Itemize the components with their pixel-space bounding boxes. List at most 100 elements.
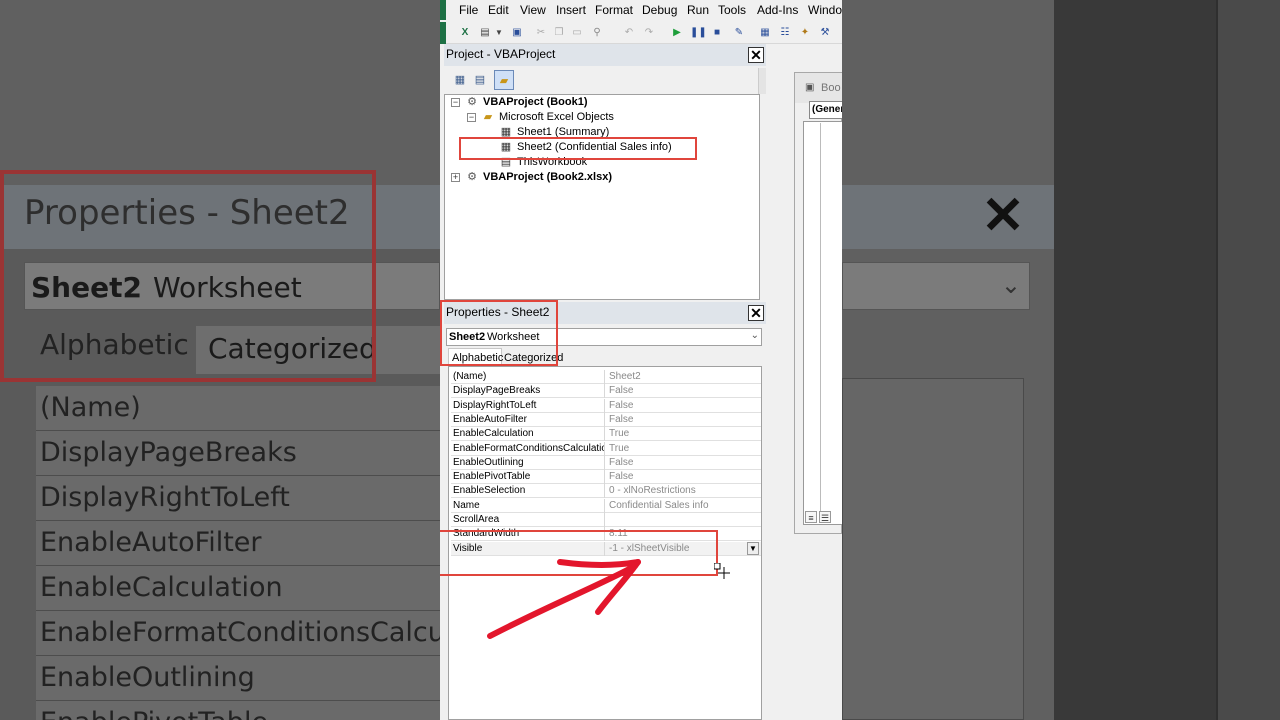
property-value[interactable]: False: [609, 456, 759, 470]
procedure-view-icon[interactable]: ≡: [805, 511, 817, 523]
chevron-down-icon[interactable]: ⌄: [751, 330, 759, 341]
background-property-row: DisplayRightToLeft: [36, 476, 440, 521]
property-name: DisplayPageBreaks: [453, 384, 605, 399]
dropdown-arrow-icon[interactable]: ▼: [747, 541, 759, 555]
code-window-title-bar: ▣ Boo: [795, 73, 842, 103]
background-property-list: (Name) DisplayPageBreaks DisplayRightToLef…: [36, 386, 440, 720]
toolbox-icon[interactable]: ⚒: [818, 26, 832, 40]
view-code-button[interactable]: ▦: [450, 70, 470, 90]
toggle-folders-button[interactable]: ▰: [494, 70, 514, 90]
code-margin: [805, 123, 821, 517]
property-name: Name: [453, 498, 605, 513]
property-row[interactable]: EnableCalculation True: [451, 427, 761, 442]
menu-window[interactable]: Windo: [808, 3, 842, 17]
property-row[interactable]: EnableOutlining False: [451, 455, 761, 470]
property-row[interactable]: DisplayPageBreaks False: [451, 384, 761, 399]
property-name: EnableOutlining: [453, 455, 605, 470]
project-explorer-scrollbar[interactable]: [758, 68, 766, 94]
property-value[interactable]: 0 - xlNoRestrictions: [609, 484, 759, 498]
excel-grip: [440, 0, 446, 20]
highlight-properties-header: [440, 300, 558, 366]
cursor-crosshair-icon: [714, 563, 730, 579]
menu-file[interactable]: File: [459, 3, 478, 17]
background-close-icon: ✕: [981, 187, 1025, 245]
find-icon[interactable]: ⚲: [590, 26, 604, 40]
folder-icon: ▰: [483, 111, 493, 123]
menu-add-ins[interactable]: Add-Ins: [757, 3, 798, 17]
stop-icon[interactable]: ■: [710, 26, 724, 40]
property-value[interactable]: Confidential Sales info: [609, 499, 759, 513]
redo-icon[interactable]: ↷: [642, 26, 656, 40]
project-explorer-close-button[interactable]: ✕: [748, 47, 764, 63]
property-value[interactable]: True: [609, 442, 759, 456]
property-row[interactable]: Name Confidential Sales info: [451, 498, 761, 513]
menu-insert[interactable]: Insert: [556, 3, 586, 17]
property-row[interactable]: EnableAutoFilter False: [451, 412, 761, 427]
menu-tools[interactable]: Tools: [718, 3, 746, 17]
background-top: [0, 0, 440, 185]
tree-item-project-book1[interactable]: VBAProject (Book1): [483, 96, 588, 108]
code-window-title: Boo: [821, 82, 841, 94]
property-row[interactable]: DisplayRightToLeft False: [451, 398, 761, 413]
view-object-button[interactable]: ▤: [470, 70, 490, 90]
background-zoom-left: Properties - Sheet2 Sheet2 Worksheet Alp…: [0, 0, 440, 720]
property-value[interactable]: False: [609, 470, 759, 484]
background-right-edge: [1216, 0, 1280, 720]
pause-icon[interactable]: ❚❚: [690, 26, 707, 40]
menu-run[interactable]: Run: [687, 3, 709, 17]
code-window: ▣ Boo (Gener ≡ ☰: [794, 72, 842, 534]
background-property-row: EnableAutoFilter: [36, 521, 440, 566]
tree-item-excel-objects[interactable]: Microsoft Excel Objects: [499, 111, 614, 123]
property-name: (Name): [453, 370, 605, 384]
vba-project-icon: ⚙: [467, 96, 477, 108]
excel-icon[interactable]: X: [458, 26, 472, 40]
tree-item-project-book2[interactable]: VBAProject (Book2.xlsx): [483, 171, 612, 183]
collapse-toggle[interactable]: −: [467, 113, 476, 122]
background-property-row: EnableOutlining: [36, 656, 440, 701]
design-mode-icon[interactable]: ✎: [732, 26, 746, 40]
full-module-view-icon[interactable]: ☰: [819, 511, 831, 523]
property-value[interactable]: False: [609, 413, 759, 427]
menu-debug[interactable]: Debug: [642, 3, 677, 17]
property-value[interactable]: Sheet2: [609, 370, 759, 384]
property-name: EnablePivotTable: [453, 470, 605, 485]
property-name: ScrollArea: [453, 513, 605, 527]
property-row[interactable]: EnableFormatConditionsCalculation True: [451, 441, 761, 456]
property-name: DisplayRightToLeft: [453, 398, 605, 413]
property-row[interactable]: (Name) Sheet2: [451, 370, 761, 384]
property-row[interactable]: EnableSelection 0 - xlNoRestrictions: [451, 484, 761, 499]
collapse-toggle[interactable]: −: [451, 98, 460, 107]
project-explorer-title: Project - VBAProject: [446, 47, 556, 61]
background-right-grid: [842, 378, 1024, 720]
undo-icon[interactable]: ↶: [622, 26, 636, 40]
save-icon[interactable]: ▣: [510, 26, 524, 40]
properties-icon[interactable]: ☷: [778, 26, 792, 40]
project-explorer-icon[interactable]: ▦: [758, 26, 772, 40]
property-row[interactable]: ScrollArea: [451, 513, 761, 527]
menu-format[interactable]: Format: [595, 3, 633, 17]
background-right-dark: [1054, 0, 1216, 720]
project-explorer-toolbar: ▦ ▤ ▰: [444, 68, 766, 92]
standard-toolbar: X ▤ ▼ ▣ ✂ ❐ ▭ ⚲ ↶ ↷ ▶ ❚❚ ■ ✎ ▦ ☷ ✦ ⚒: [440, 22, 842, 44]
expand-toggle[interactable]: +: [451, 173, 460, 182]
copy-icon[interactable]: ❐: [552, 26, 566, 40]
insert-module-icon[interactable]: ▤: [478, 26, 492, 40]
property-value[interactable]: [609, 513, 759, 527]
chevron-down-icon[interactable]: ▼: [492, 26, 506, 40]
menu-bar: File Edit View Insert Format Debug Run T…: [440, 0, 842, 20]
property-value[interactable]: False: [609, 384, 759, 398]
toolbar-grip: [440, 22, 446, 44]
highlight-visible-row: [440, 530, 718, 576]
run-icon[interactable]: ▶: [670, 26, 684, 40]
object-dropdown[interactable]: (Gener: [809, 101, 842, 119]
object-browser-icon[interactable]: ✦: [798, 26, 812, 40]
property-row[interactable]: EnablePivotTable False: [451, 470, 761, 485]
paste-icon[interactable]: ▭: [570, 26, 584, 40]
menu-edit[interactable]: Edit: [488, 3, 509, 17]
property-value[interactable]: True: [609, 427, 759, 441]
cut-icon[interactable]: ✂: [534, 26, 548, 40]
properties-close-button[interactable]: ✕: [748, 305, 764, 321]
property-value[interactable]: False: [609, 399, 759, 413]
project-explorer-pane: Project - VBAProject ✕ ▦ ▤ ▰ − ⚙ VBAProj…: [444, 44, 766, 300]
menu-view[interactable]: View: [520, 3, 546, 17]
